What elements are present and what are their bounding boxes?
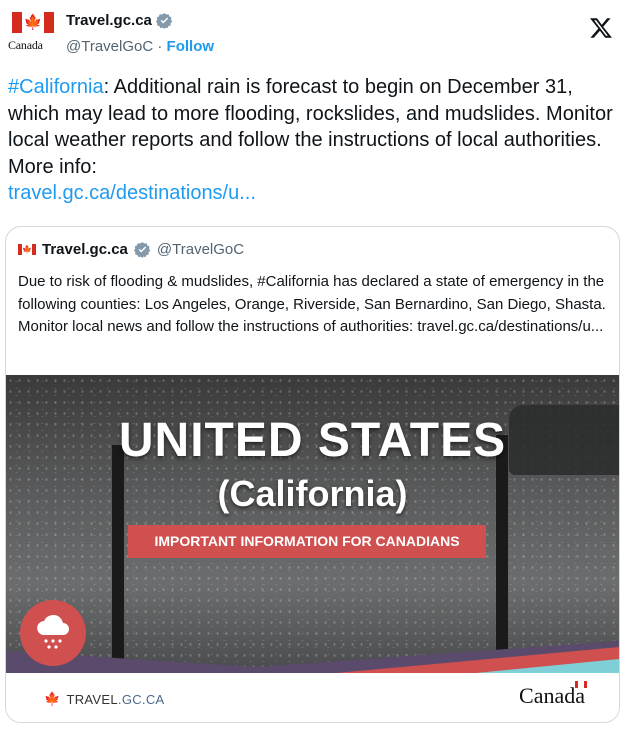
- image-footer: 🍁 TRAVEL.GC.CA Canada: [6, 673, 619, 722]
- rain-cloud-icon: [20, 600, 86, 666]
- quoted-tweet-text: Due to risk of flooding & mudslides, #Ca…: [18, 273, 606, 335]
- logo-domain: .GC.CA: [117, 691, 165, 707]
- image-banner: IMPORTANT INFORMATION FOR CANADIANS: [128, 525, 486, 558]
- follow-button[interactable]: Follow: [167, 38, 215, 55]
- quoted-tweet[interactable]: 🍁 Travel.gc.ca @TravelGoC Due to risk of…: [5, 226, 620, 723]
- hashtag-link[interactable]: #California: [8, 76, 104, 98]
- logo-travel: TRAVEL: [66, 691, 118, 707]
- mini-flag-icon: [575, 681, 587, 688]
- canada-wordmark: Canada: [519, 681, 587, 709]
- quoted-author-name[interactable]: Travel.gc.ca: [42, 241, 128, 258]
- author-handle[interactable]: @TravelGoC: [66, 38, 153, 55]
- attached-image[interactable]: UNITED STATES (California) IMPORTANT INF…: [6, 375, 619, 673]
- author-name[interactable]: Travel.gc.ca: [66, 12, 152, 29]
- verified-badge-icon: [155, 13, 173, 29]
- decorative-band: [6, 641, 619, 673]
- x-logo-icon[interactable]: [589, 16, 613, 40]
- more-info-link[interactable]: travel.gc.ca/destinations/u...: [8, 182, 256, 204]
- logo-wordmark: Canada: [8, 38, 43, 52]
- image-title: UNITED STATES: [118, 414, 507, 467]
- tweet-header: 🍁 Canada Travel.gc.ca @TravelGoC · Follo…: [8, 8, 617, 60]
- canada-flag-icon: 🍁: [18, 244, 36, 255]
- tweet-text: #California: Additional rain is forecast…: [8, 74, 618, 207]
- canada-flag-icon: 🍁: [12, 12, 54, 33]
- separator: ·: [157, 38, 163, 55]
- verified-badge-icon: [133, 242, 151, 258]
- government-of-canada-logo[interactable]: 🍁 Canada: [8, 12, 58, 58]
- travel-gc-logo: 🍁 TRAVEL.GC.CA: [44, 691, 165, 707]
- maple-leaf-icon: 🍁: [44, 691, 61, 706]
- quoted-author-handle[interactable]: @TravelGoC: [157, 241, 244, 258]
- image-subtitle: (California): [217, 473, 408, 514]
